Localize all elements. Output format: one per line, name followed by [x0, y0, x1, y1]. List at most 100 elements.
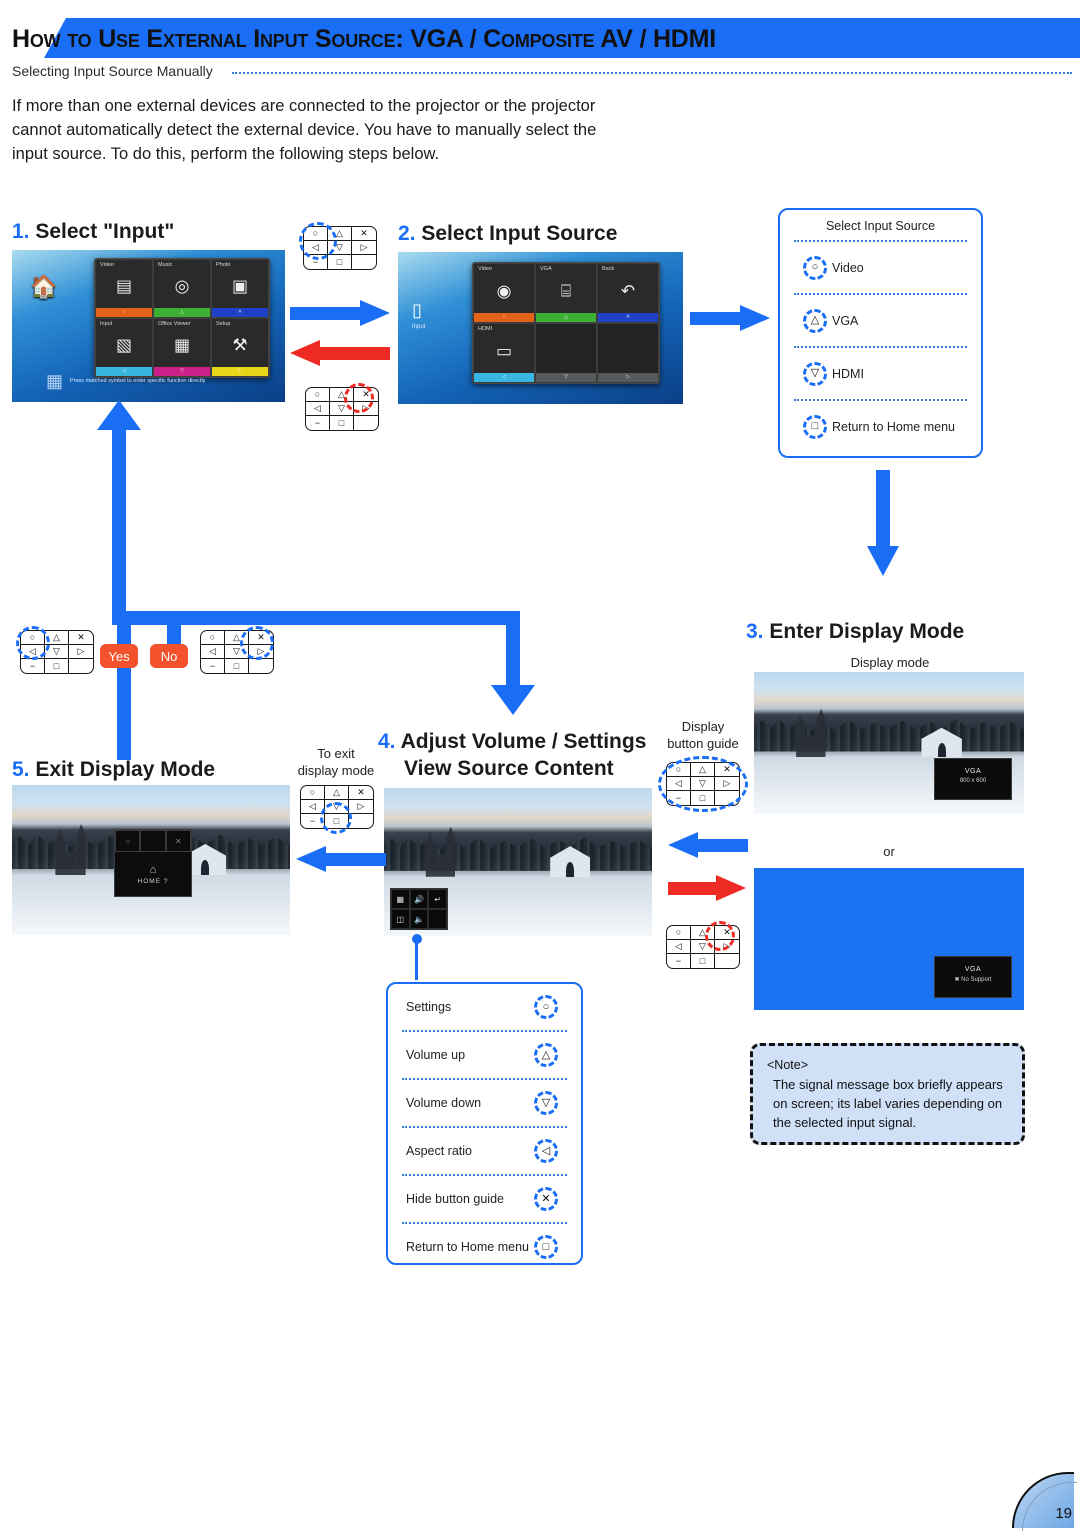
keypad-key-7[interactable]: □: [328, 255, 352, 269]
keypad-key-4[interactable]: ▽: [328, 241, 352, 255]
keypad-key-4[interactable]: ▽: [225, 645, 249, 659]
keypad-key-1[interactable]: △: [691, 926, 715, 940]
page-title: How to Use External Input Source: VGA / …: [12, 25, 717, 53]
input-side-label: Input: [412, 324, 426, 330]
home-menu-tile-video[interactable]: Video ▤ ○: [95, 259, 153, 318]
keypad-key-7[interactable]: □: [330, 416, 354, 430]
dashed-ring-icon: ◁: [529, 1139, 563, 1163]
settings-row-volume-down[interactable]: Volume down ▽: [388, 1080, 581, 1126]
keypad-key-4[interactable]: ▽: [330, 402, 354, 416]
tile-glyph-icon: ⚒: [232, 335, 248, 355]
select-input-row-video[interactable]: ○ Video: [780, 242, 981, 293]
keypad-key-6[interactable]: −: [21, 659, 45, 673]
keypad-key-3[interactable]: ◁: [667, 777, 691, 791]
keypad-key-0[interactable]: ○: [304, 227, 328, 241]
keypad-key-3[interactable]: ◁: [301, 800, 325, 814]
keypad-key-7[interactable]: □: [45, 659, 69, 673]
keypad-key-2[interactable]: ✕: [715, 763, 739, 777]
keypad-key-2[interactable]: ✕: [715, 926, 739, 940]
select-input-row-vga[interactable]: △ VGA: [780, 295, 981, 346]
keypad-key-1[interactable]: △: [225, 631, 249, 645]
keypad-key-5[interactable]: ▷: [69, 645, 93, 659]
keypad-display-guide[interactable]: ○ △ ✕ ◁ ▽ ▷ − □: [666, 762, 740, 806]
keypad-key-1[interactable]: △: [328, 227, 352, 241]
settings-row-aspect-ratio[interactable]: Aspect ratio ◁: [388, 1128, 581, 1174]
keypad-key-7[interactable]: □: [691, 954, 715, 968]
keypad-key-3[interactable]: ◁: [667, 940, 691, 954]
keypad-key-8[interactable]: [349, 814, 373, 828]
keypad-key-8[interactable]: [69, 659, 93, 673]
keypad-key-0[interactable]: ○: [306, 388, 330, 402]
keypad-key-4[interactable]: ▽: [691, 940, 715, 954]
keypad-key-4[interactable]: ▽: [325, 800, 349, 814]
keypad-key-2[interactable]: ✕: [69, 631, 93, 645]
keypad-hide-guide[interactable]: ○ △ ✕ ◁ ▽ ▷ − □: [666, 925, 740, 969]
keypad-key-3[interactable]: ◁: [306, 402, 330, 416]
tile-glyph-icon: ↶: [620, 281, 636, 301]
keypad-key-1[interactable]: △: [45, 631, 69, 645]
home-menu-tile-office-viewer[interactable]: Office Viewer ▦ ▽: [153, 318, 211, 377]
keypad-key-7[interactable]: □: [325, 814, 349, 828]
input-source-tile-hdmi[interactable]: HDMI ▭ ◁: [473, 323, 535, 383]
home-menu-tile-photo[interactable]: Photo ▣ ✕: [211, 259, 269, 318]
keypad-key-0[interactable]: ○: [21, 631, 45, 645]
keypad-key-0[interactable]: ○: [301, 786, 325, 800]
keypad-key-6[interactable]: −: [301, 814, 325, 828]
keypad-key-8[interactable]: [249, 659, 273, 673]
settings-row-volume-up[interactable]: Volume up △: [388, 1032, 581, 1078]
keypad-key-1[interactable]: △: [691, 763, 715, 777]
keypad-key-6[interactable]: −: [201, 659, 225, 673]
select-input-row-return-to-home-menu[interactable]: □ Return to Home menu: [780, 401, 981, 452]
settings-row-settings[interactable]: Settings ○: [388, 984, 581, 1030]
keypad-key-7[interactable]: □: [225, 659, 249, 673]
keypad-key-5[interactable]: ▷: [249, 645, 273, 659]
keypad-key-6[interactable]: −: [667, 954, 691, 968]
input-source-tile-back[interactable]: Back ↶ ✕: [597, 263, 659, 323]
keypad-key-2[interactable]: ✕: [349, 786, 373, 800]
keypad-confirm-yes[interactable]: ○ △ ✕ ◁ ▽ ▷ − □: [20, 630, 94, 674]
keypad-key-6[interactable]: −: [667, 791, 691, 805]
input-source-tile-video[interactable]: Video ◉ ○: [473, 263, 535, 323]
keypad-key-5[interactable]: ▷: [354, 402, 378, 416]
keypad-key-8[interactable]: [352, 255, 376, 269]
keypad-key-7[interactable]: □: [691, 791, 715, 805]
input-source-tile-vga[interactable]: VGA ⌸ △: [535, 263, 597, 323]
keypad-select-input[interactable]: ○ △ ✕ ◁ ▽ ▷ − □: [303, 226, 377, 270]
keypad-key-3[interactable]: ◁: [21, 645, 45, 659]
keypad-key-8[interactable]: [354, 416, 378, 430]
keypad-key-4[interactable]: ▽: [691, 777, 715, 791]
keypad-key-6[interactable]: −: [306, 416, 330, 430]
keypad-key-6[interactable]: −: [304, 255, 328, 269]
keypad-exit-display[interactable]: ○ △ ✕ ◁ ▽ ▷ − □: [300, 785, 374, 829]
keypad-key-3[interactable]: ◁: [201, 645, 225, 659]
keypad-exit-input[interactable]: ○ △ ✕ ◁ ▽ ▷ − □: [305, 387, 379, 431]
keypad-key-2[interactable]: ✕: [354, 388, 378, 402]
input-source-tile-empty-5[interactable]: ▷: [597, 323, 659, 383]
home-menu-tile-setup[interactable]: Setup ⚒ ▷: [211, 318, 269, 377]
keypad-key-8[interactable]: [715, 791, 739, 805]
keypad-key-2[interactable]: ✕: [352, 227, 376, 241]
keypad-confirm-no[interactable]: ○ △ ✕ ◁ ▽ ▷ − □: [200, 630, 274, 674]
settings-row-label: Return to Home menu: [406, 1240, 529, 1254]
keypad-key-2[interactable]: ✕: [249, 631, 273, 645]
page-number: 19: [1055, 1505, 1072, 1522]
keypad-key-8[interactable]: [715, 954, 739, 968]
keypad-key-5[interactable]: ▷: [715, 940, 739, 954]
keypad-key-1[interactable]: △: [325, 786, 349, 800]
keypad-key-5[interactable]: ▷: [715, 777, 739, 791]
keypad-key-3[interactable]: ◁: [304, 241, 328, 255]
home-menu-tile-input[interactable]: Input ▧ ◁: [95, 318, 153, 377]
keypad-key-1[interactable]: △: [330, 388, 354, 402]
input-source-tile-empty-4[interactable]: ▽: [535, 323, 597, 383]
keypad-key-0[interactable]: ○: [667, 763, 691, 777]
settings-row-return-to-home-menu[interactable]: Return to Home menu □: [388, 1224, 581, 1270]
tile-label: Back: [602, 266, 615, 272]
keypad-key-4[interactable]: ▽: [45, 645, 69, 659]
select-input-row-hdmi[interactable]: ▽ HDMI: [780, 348, 981, 399]
keypad-key-5[interactable]: ▷: [349, 800, 373, 814]
home-menu-tile-music[interactable]: Music ◎ △: [153, 259, 211, 318]
keypad-key-5[interactable]: ▷: [352, 241, 376, 255]
keypad-key-0[interactable]: ○: [201, 631, 225, 645]
settings-row-hide-button-guide[interactable]: Hide button guide ✕: [388, 1176, 581, 1222]
keypad-key-0[interactable]: ○: [667, 926, 691, 940]
